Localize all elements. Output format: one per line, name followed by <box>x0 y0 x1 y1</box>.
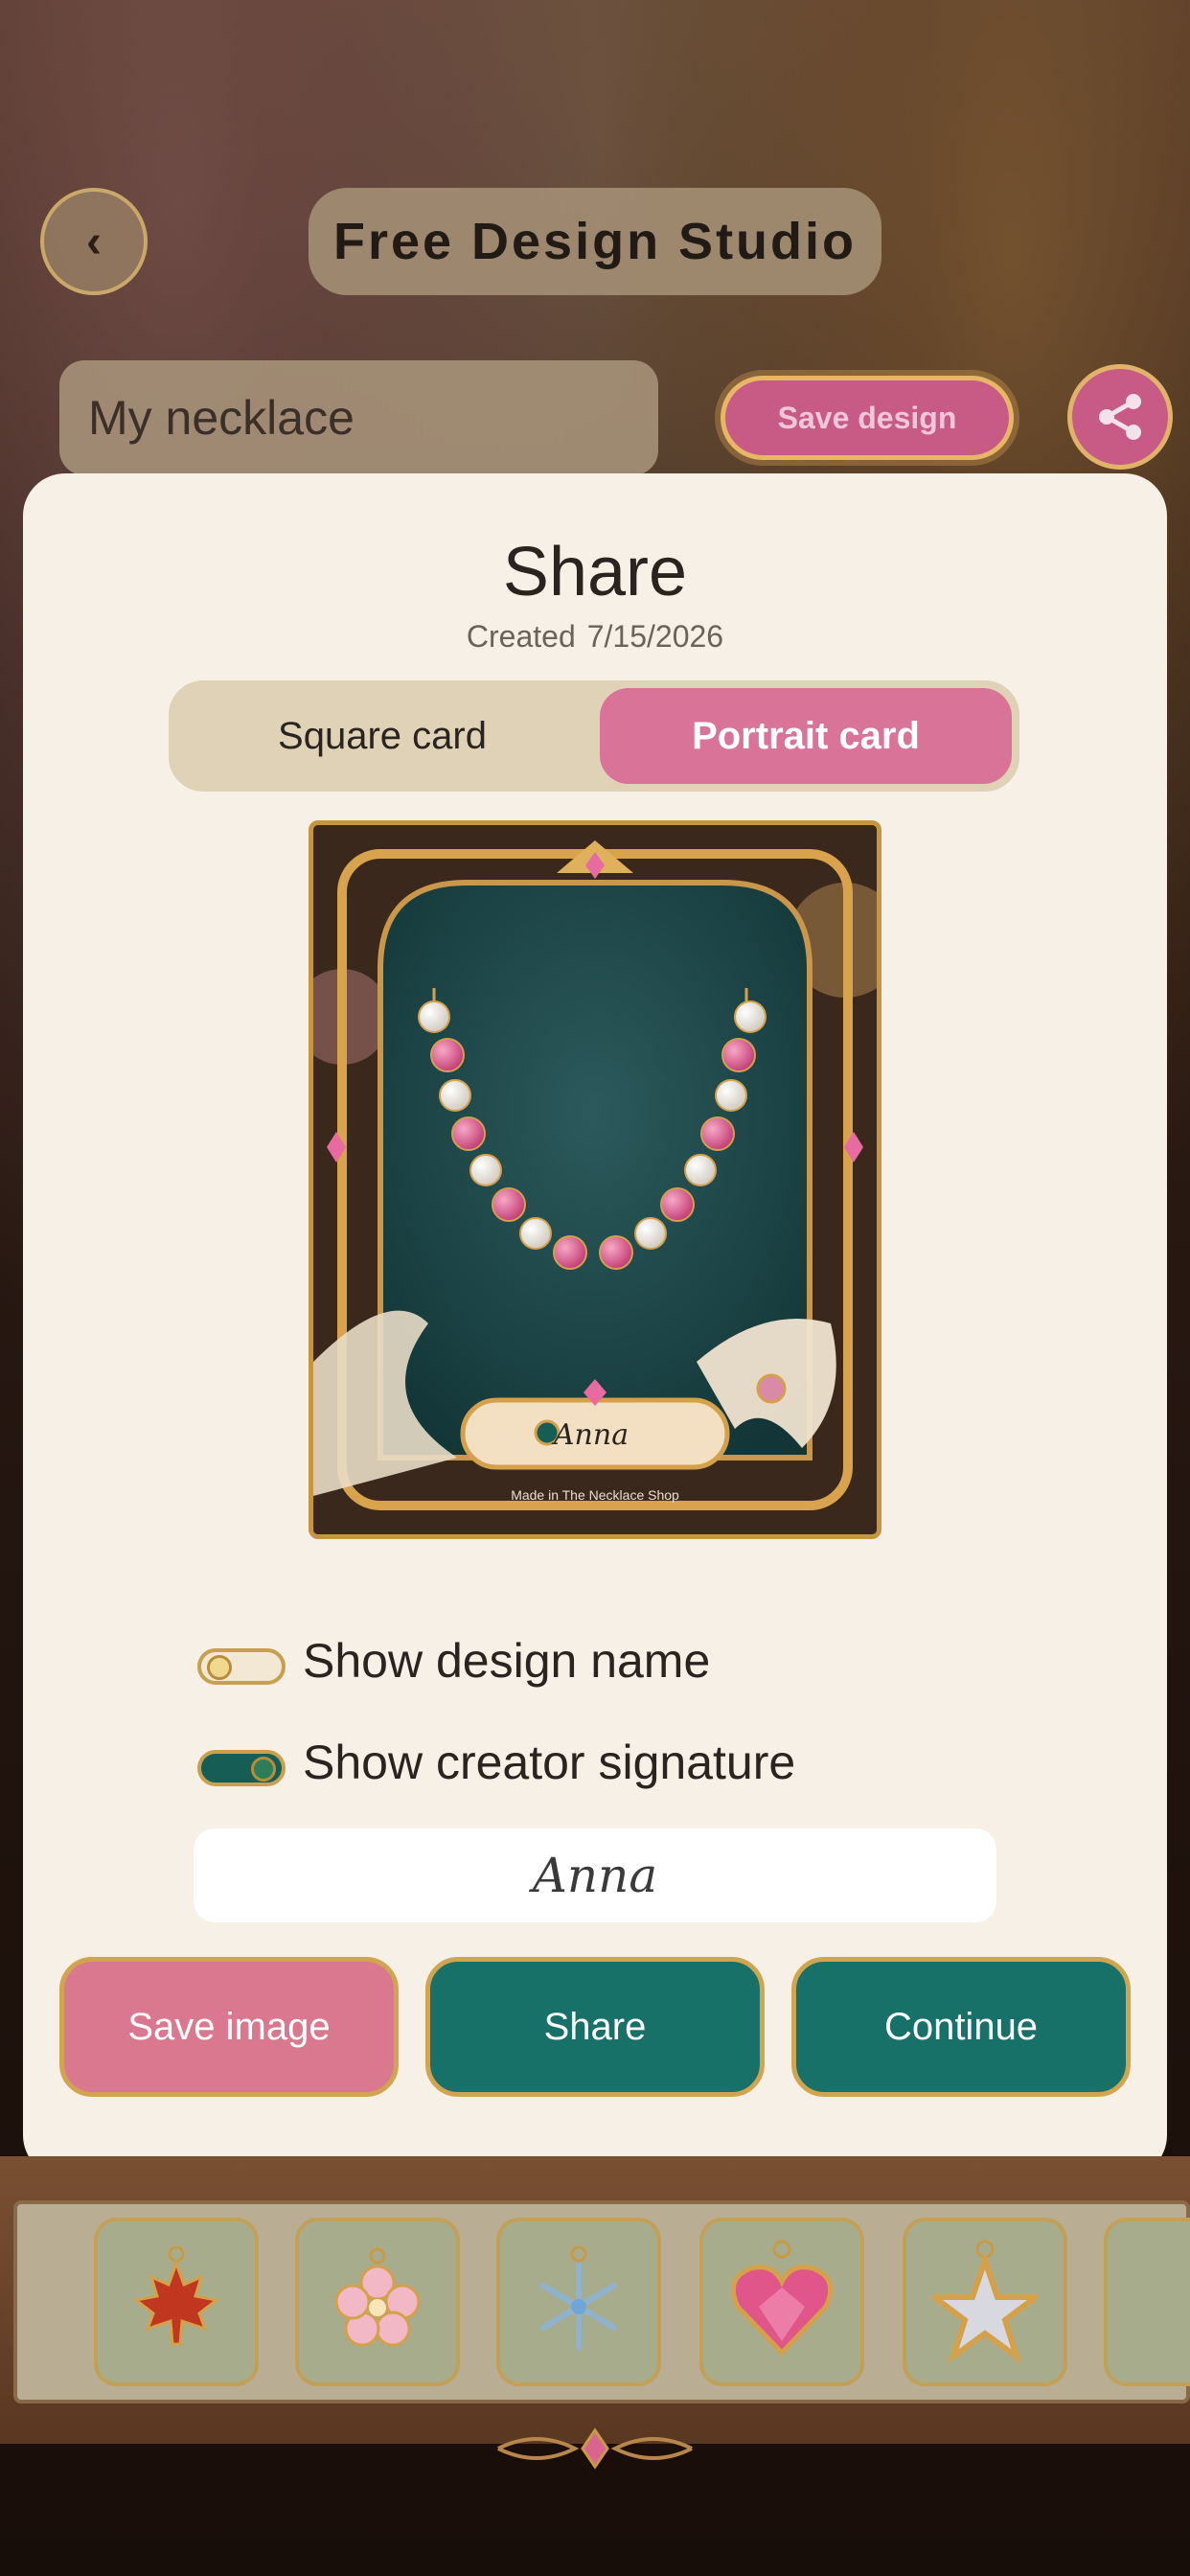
show-design-name-toggle[interactable] <box>197 1648 286 1685</box>
card-format-segmented-control: Square card Portrait card <box>169 680 1019 792</box>
show-creator-signature-label: Show creator signature <box>303 1736 796 1789</box>
continue-button[interactable]: Continue <box>791 1957 1131 2097</box>
share-modal-title: Share <box>502 534 688 610</box>
save-image-label: Save image <box>127 2005 331 2048</box>
save-image-button[interactable]: Save image <box>59 1957 399 2097</box>
charm-maple-leaf[interactable] <box>94 2218 259 2386</box>
ornament-flourish <box>497 2427 693 2470</box>
charm-snowflake[interactable] <box>496 2218 661 2386</box>
card-preview: Anna Made in The Necklace Shop <box>309 820 881 1539</box>
share-label: Share <box>543 2005 647 2048</box>
created-label: Created <box>466 619 576 654</box>
save-design-button[interactable]: Save design <box>721 376 1014 460</box>
continue-label: Continue <box>883 2005 1039 2048</box>
page-title: Free Design Studio <box>309 188 881 295</box>
maple-leaf-icon <box>132 2245 220 2346</box>
tab-square-card[interactable]: Square card <box>176 688 588 784</box>
page-title-text: Free Design Studio <box>332 213 858 270</box>
created-line: Created 7/15/2026 <box>0 619 1190 655</box>
charm-partial[interactable] <box>1104 2218 1190 2386</box>
card-footer-text: Made in The Necklace Shop <box>511 1487 679 1503</box>
charm-cherry-blossom[interactable] <box>295 2218 460 2386</box>
show-creator-signature-toggle[interactable] <box>197 1750 286 1786</box>
card-signature: Anna <box>551 1418 629 1452</box>
design-name-input[interactable]: My necklace <box>59 360 658 475</box>
design-name-value: My necklace <box>88 391 355 445</box>
tab-portrait-card[interactable]: Portrait card <box>600 688 1012 784</box>
share-icon <box>1099 394 1141 440</box>
tab-portrait-card-label: Portrait card <box>692 714 920 757</box>
signature-value: Anna <box>532 1848 658 1903</box>
created-date: 7/15/2026 <box>586 619 724 654</box>
card-preview-art: Anna Made in The Necklace Shop <box>313 825 877 1534</box>
tab-square-card-label: Square card <box>278 714 487 757</box>
share-button[interactable]: Share <box>425 1957 765 2097</box>
share-icon-button[interactable] <box>1067 364 1173 470</box>
show-design-name-label: Show design name <box>303 1634 711 1688</box>
save-design-label: Save design <box>777 400 957 435</box>
back-button[interactable]: ‹ <box>40 188 148 295</box>
chevron-left-icon: ‹ <box>86 216 102 267</box>
charm-heart-gem[interactable] <box>699 2218 864 2386</box>
toggle-knob <box>251 1757 276 1782</box>
star-icon <box>932 2240 1038 2364</box>
heart-gem-icon <box>730 2240 834 2357</box>
cherry-blossom-icon <box>334 2247 421 2347</box>
signature-input[interactable]: Anna <box>194 1828 996 1922</box>
toggle-knob <box>207 1655 232 1680</box>
charm-star[interactable] <box>903 2218 1067 2386</box>
snowflake-icon <box>540 2245 617 2351</box>
